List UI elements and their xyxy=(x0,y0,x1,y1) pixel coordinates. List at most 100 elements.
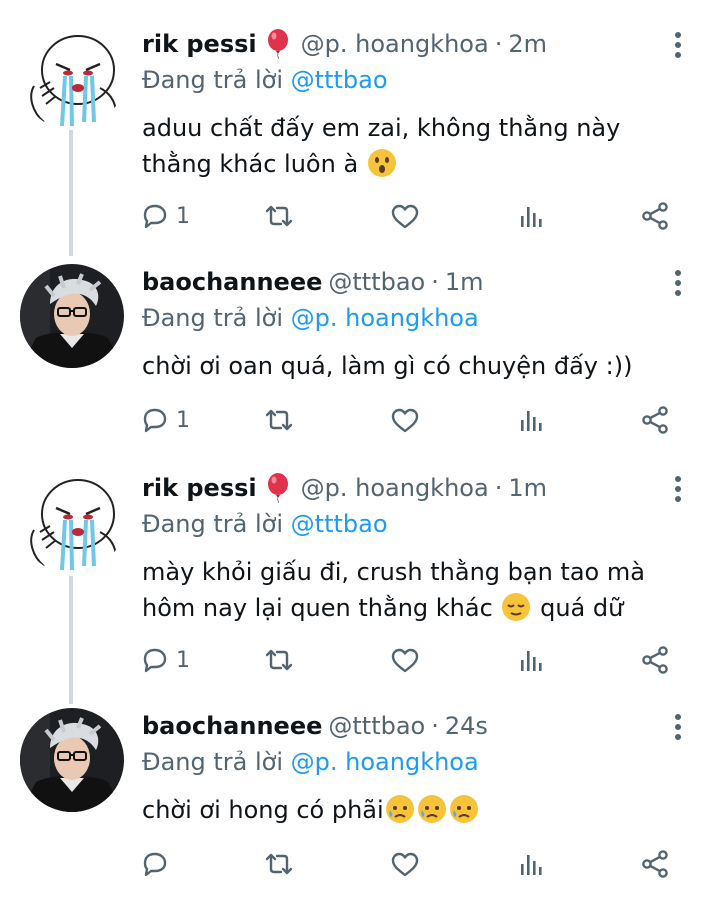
timestamp[interactable]: 24s xyxy=(445,712,488,740)
share-icon xyxy=(642,850,668,878)
share-button[interactable] xyxy=(638,198,672,234)
heart-icon xyxy=(391,852,419,877)
tweet[interactable]: baochanneee @tttbao · 1m Đang trả lời @p… xyxy=(0,264,719,464)
reply-button[interactable]: 1 xyxy=(138,402,190,438)
views-icon xyxy=(521,411,542,431)
tweet-text: mày khỏi giấu đi, crush thằng bạn tao mà… xyxy=(142,554,702,626)
retweet-icon xyxy=(265,205,293,227)
more-options-icon[interactable] xyxy=(668,268,688,298)
replying-to-label: Đang trả lời xyxy=(142,304,284,332)
tweet-text-line: hôm nay lại quen thằng khác quá dữ xyxy=(142,590,702,626)
share-button[interactable] xyxy=(638,642,672,678)
tweet-header: baochanneee @tttbao · 24s xyxy=(142,708,488,744)
retweet-button[interactable] xyxy=(262,402,296,438)
timestamp[interactable]: 1m xyxy=(445,268,484,296)
reply-button[interactable] xyxy=(138,846,176,882)
views-button[interactable] xyxy=(514,642,548,678)
tweet[interactable]: rik pessi @p. hoangkhoa · 2m Đang trả lờ… xyxy=(0,26,719,256)
mention-link[interactable]: @p. hoangkhoa xyxy=(291,304,479,332)
user-handle[interactable]: @tttbao xyxy=(328,268,425,296)
share-button[interactable] xyxy=(638,402,672,438)
tweet-text: chời ơi hong có phãi xyxy=(142,792,702,828)
reply-count: 1 xyxy=(176,647,190,673)
views-icon xyxy=(521,651,542,671)
replying-to: Đang trả lời @p. hoangkhoa xyxy=(142,304,479,332)
retweet-icon xyxy=(265,853,293,875)
avatar[interactable] xyxy=(20,264,124,368)
relieved-emoji-icon xyxy=(501,592,532,622)
views-icon xyxy=(521,855,542,875)
reply-button[interactable]: 1 xyxy=(138,642,190,678)
share-button[interactable] xyxy=(638,846,672,882)
replying-to: Đang trả lời @tttbao xyxy=(142,66,388,94)
action-bar: 1 xyxy=(138,402,698,438)
reply-button[interactable]: 1 xyxy=(138,198,190,234)
like-button[interactable] xyxy=(388,198,422,234)
heart-icon xyxy=(391,648,419,673)
tweet-text-segment: hôm nay lại quen thằng khác xyxy=(142,594,493,622)
like-button[interactable] xyxy=(388,402,422,438)
more-options-icon[interactable] xyxy=(668,474,688,504)
separator-dot: · xyxy=(431,712,439,740)
tweet-header: rik pessi @p. hoangkhoa · 2m xyxy=(142,26,547,62)
mention-link[interactable]: @tttbao xyxy=(291,66,388,94)
user-handle[interactable]: @p. hoangkhoa xyxy=(301,30,489,58)
retweet-button[interactable] xyxy=(262,846,296,882)
user-handle[interactable]: @tttbao xyxy=(328,712,425,740)
balloon-icon xyxy=(267,29,289,59)
like-button[interactable] xyxy=(388,846,422,882)
tweet-text: aduu chất đấy em zai, không thằng này th… xyxy=(142,110,702,182)
avatar[interactable] xyxy=(20,708,124,812)
retweet-icon xyxy=(265,649,293,671)
avatar[interactable] xyxy=(20,26,124,130)
more-options-icon[interactable] xyxy=(668,30,688,60)
display-name[interactable]: rik pessi xyxy=(142,474,257,502)
mention-link[interactable]: @tttbao xyxy=(291,510,388,538)
share-icon xyxy=(642,202,668,230)
timestamp[interactable]: 1m xyxy=(508,474,547,502)
views-button[interactable] xyxy=(514,402,548,438)
action-bar: 1 xyxy=(138,198,698,234)
reply-icon xyxy=(143,204,167,229)
mention-link[interactable]: @p. hoangkhoa xyxy=(291,748,479,776)
timestamp[interactable]: 2m xyxy=(508,30,547,58)
tweet-text-line: mày khỏi giấu đi, crush thằng bạn tao mà xyxy=(142,558,645,586)
retweet-button[interactable] xyxy=(262,642,296,678)
balloon-icon xyxy=(267,473,289,503)
sad-sweat-emoji-icon xyxy=(384,794,415,824)
tweet-text-line: thằng khác luôn à xyxy=(142,146,702,182)
replying-to-label: Đang trả lời xyxy=(142,66,284,94)
share-icon xyxy=(642,646,668,674)
action-bar: 1 xyxy=(138,642,698,678)
display-name[interactable]: baochanneee xyxy=(142,712,322,740)
views-button[interactable] xyxy=(514,846,548,882)
separator-dot: · xyxy=(494,30,503,58)
sad-sweat-emoji-icon xyxy=(448,794,479,824)
replying-to-label: Đang trả lời xyxy=(142,748,284,776)
display-name[interactable]: baochanneee xyxy=(142,268,322,296)
tweet-header: rik pessi @p. hoangkhoa · 1m xyxy=(142,470,547,506)
heart-icon xyxy=(391,408,419,433)
avatar[interactable] xyxy=(20,470,124,574)
display-name[interactable]: rik pessi xyxy=(142,30,257,58)
reply-icon xyxy=(143,852,167,877)
views-icon xyxy=(521,207,542,227)
like-button[interactable] xyxy=(388,642,422,678)
tweet-text-line: chời ơi oan quá, làm gì có chuyện đấy :)… xyxy=(142,352,633,380)
views-button[interactable] xyxy=(514,198,548,234)
action-bar xyxy=(138,846,698,882)
tweet-text-segment: chời ơi hong có phãi xyxy=(142,796,384,824)
retweet-button[interactable] xyxy=(262,198,296,234)
retweet-icon xyxy=(265,409,293,431)
reply-icon xyxy=(143,648,167,673)
tweet-text-segment: quá dữ xyxy=(540,594,624,622)
separator-dot: · xyxy=(494,474,503,502)
user-handle[interactable]: @p. hoangkhoa xyxy=(301,474,489,502)
tweet[interactable]: baochanneee @tttbao · 24s Đang trả lời @… xyxy=(0,708,719,897)
separator-dot: · xyxy=(431,268,439,296)
more-options-icon[interactable] xyxy=(668,712,688,742)
replying-to: Đang trả lời @p. hoangkhoa xyxy=(142,748,479,776)
tweet[interactable]: rik pessi @p. hoangkhoa · 1m Đang trả lờ… xyxy=(0,470,719,702)
tweet-text-line: aduu chất đấy em zai, không thằng này xyxy=(142,114,621,142)
reply-icon xyxy=(143,408,167,433)
